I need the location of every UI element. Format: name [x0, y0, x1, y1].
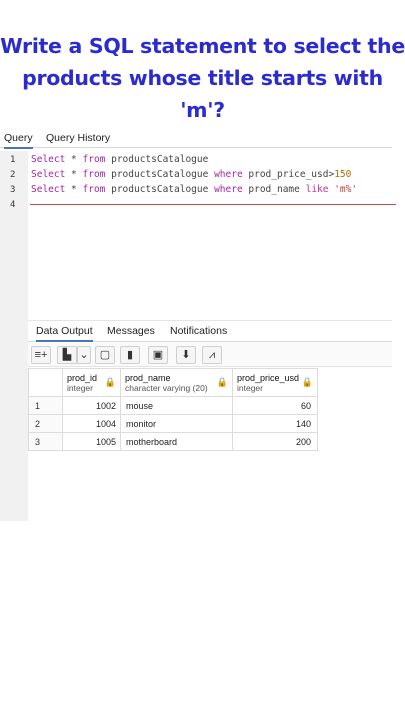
download-icon[interactable]: ⬇ [176, 346, 196, 364]
lock-icon: 🔒 [301, 377, 313, 387]
code-token-keyword: Select [31, 184, 66, 195]
code-token-keyword: Select [31, 154, 66, 165]
lock-icon: 🔒 [104, 377, 116, 387]
tab-query[interactable]: Query [4, 132, 33, 149]
tab-query-history[interactable]: Query History [46, 132, 110, 144]
sql-editor[interactable]: 1 2 3 4 Select * from productsCatalogue … [0, 151, 396, 521]
results-table: prod_id integer 🔒 prod_name character va… [28, 368, 318, 451]
column-type: character varying (20) [125, 382, 208, 393]
line-number: 2 [10, 170, 16, 180]
active-line-marker [30, 204, 396, 205]
tab-data-output[interactable]: Data Output [36, 325, 93, 342]
column-header-prod-price-usd[interactable]: prod_price_usd integer 🔒 [232, 368, 318, 397]
graph-icon[interactable]: ⩘ [202, 346, 222, 364]
tab-notifications[interactable]: Notifications [170, 325, 227, 337]
cell-prod-price[interactable]: 200 [232, 432, 318, 451]
output-tabbar: Data Output Messages Notifications [28, 320, 392, 342]
code-token: productsCatalogue [105, 169, 215, 180]
code-token: * [65, 184, 83, 195]
cell-prod-price[interactable]: 140 [232, 414, 318, 433]
code-line-1[interactable]: Select * from productsCatalogue [31, 154, 208, 165]
line-number: 1 [10, 155, 16, 165]
row-number-header [28, 368, 63, 397]
code-token: productsCatalogue [105, 154, 209, 165]
query-tabbar: Query Query History [0, 128, 392, 149]
lock-icon: 🔒 [216, 377, 228, 387]
code-token-number: 150 [334, 169, 352, 180]
chevron-down-icon[interactable]: ⌄ [77, 346, 91, 364]
line-number: 4 [10, 200, 16, 210]
cell-prod-id[interactable]: 1004 [62, 414, 121, 433]
code-token: * [65, 154, 83, 165]
cell-prod-name[interactable]: mouse [120, 396, 233, 415]
code-token: * [65, 169, 83, 180]
cell-prod-id[interactable]: 1005 [62, 432, 121, 451]
code-token: prod_price_usd> [242, 169, 335, 180]
code-token-keyword: from [82, 169, 106, 180]
code-token-string: 'm%' [328, 184, 358, 195]
cell-prod-id[interactable]: 1002 [62, 396, 121, 415]
code-token-keyword: from [82, 154, 106, 165]
tab-messages[interactable]: Messages [107, 325, 155, 337]
row-number: 2 [28, 414, 63, 433]
delete-icon[interactable]: ▮ [120, 346, 140, 364]
cell-prod-name[interactable]: motherboard [120, 432, 233, 451]
code-line-3[interactable]: Select * from productsCatalogue where pr… [31, 184, 357, 195]
code-line-2[interactable]: Select * from productsCatalogue where pr… [31, 169, 351, 180]
code-token-keyword: where [214, 184, 243, 195]
copy-icon[interactable]: ▙ [57, 346, 77, 364]
code-token: prod_name [242, 184, 306, 195]
code-token: productsCatalogue [105, 184, 215, 195]
code-token-keyword: where [214, 169, 243, 180]
save-data-icon[interactable]: ▣ [148, 346, 168, 364]
code-token-keyword: from [82, 184, 106, 195]
headline-line-1: Write a SQL statement to select the [0, 34, 405, 58]
column-header-prod-name[interactable]: prod_name character varying (20) 🔒 [120, 368, 233, 397]
row-number: 1 [28, 396, 63, 415]
add-row-icon[interactable]: ≡+ [31, 346, 51, 364]
cell-prod-name[interactable]: monitor [120, 414, 233, 433]
code-token-keyword: like [305, 184, 329, 195]
table-header-row: prod_id integer 🔒 prod_name character va… [28, 368, 318, 397]
results-toolbar: ≡+ ▙ ⌄ ▢ ▮ ▣ ⬇ ⩘ [28, 343, 392, 367]
line-number: 3 [10, 185, 16, 195]
paste-icon[interactable]: ▢ [95, 346, 115, 364]
code-token-keyword: Select [31, 169, 66, 180]
headline-line-2: products whose title starts with 'm'? [22, 66, 383, 122]
row-number: 3 [28, 432, 63, 451]
cell-prod-price[interactable]: 60 [232, 396, 318, 415]
column-header-prod-id[interactable]: prod_id integer 🔒 [62, 368, 121, 397]
headline: Write a SQL statement to select the prod… [0, 30, 405, 126]
table-row[interactable]: 3 1005 motherboard 200 [28, 432, 318, 451]
column-name: prod_name [125, 372, 171, 383]
table-row[interactable]: 2 1004 monitor 140 [28, 414, 318, 433]
table-row[interactable]: 1 1002 mouse 60 [28, 396, 318, 415]
